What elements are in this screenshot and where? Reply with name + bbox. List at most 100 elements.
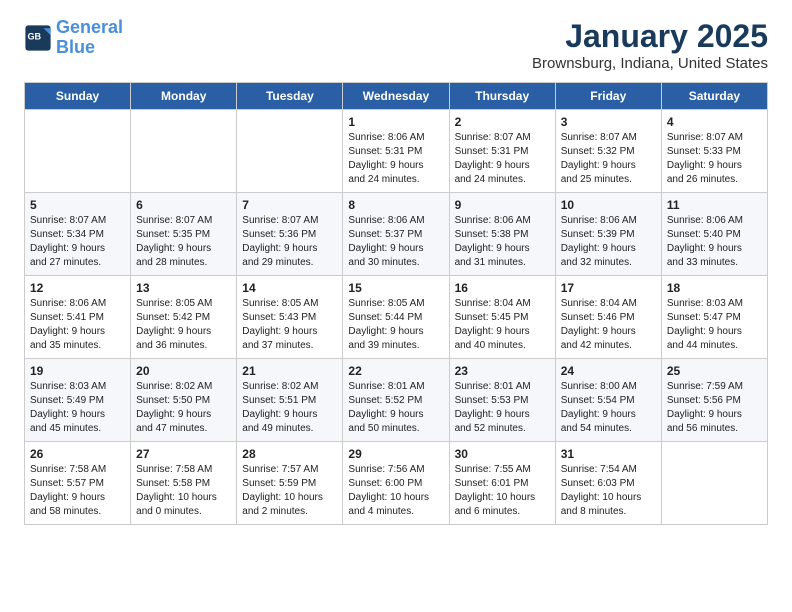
- calendar-cell: 24Sunrise: 8:00 AMSunset: 5:54 PMDayligh…: [555, 359, 661, 442]
- cell-text-line: Sunrise: 8:01 AM: [455, 380, 550, 394]
- cell-text-line: Sunrise: 8:06 AM: [30, 297, 125, 311]
- cell-text-line: and 44 minutes.: [667, 339, 762, 353]
- cell-text-line: and 45 minutes.: [30, 422, 125, 436]
- cell-text-line: and 30 minutes.: [348, 256, 443, 270]
- calendar-cell: [25, 110, 131, 193]
- day-number: 27: [136, 447, 231, 461]
- week-row-2: 5Sunrise: 8:07 AMSunset: 5:34 PMDaylight…: [25, 193, 768, 276]
- calendar-cell: 27 Sunrise: 7:58 AMSunset: 5:58 PMDayligh…: [131, 442, 237, 525]
- cell-text-line: Daylight: 9 hours: [30, 325, 125, 339]
- cell-text-line: Sunset: 5:49 PM: [30, 394, 125, 408]
- title-area: January 2025 Brownsburg, Indiana, United…: [532, 18, 768, 72]
- weekday-header-sunday: Sunday: [25, 83, 131, 110]
- cell-text-line: Sunset: 6:01 PM: [455, 477, 550, 491]
- calendar-cell: 11 Sunrise: 8:06 AMSunset: 5:40 PMDayligh…: [661, 193, 767, 276]
- cell-text-line: Sunrise: 8:07 AM: [242, 214, 337, 228]
- calendar-cell: 30Sunrise: 7:55 AMSunset: 6:01 PMDayligh…: [449, 442, 555, 525]
- day-number: 23: [455, 364, 550, 378]
- cell-text-line: and 40 minutes.: [455, 339, 550, 353]
- cell-text-line: and 37 minutes.: [242, 339, 337, 353]
- cell-text-line: and 0 minutes.: [136, 505, 231, 519]
- cell-text-line: Daylight: 9 hours: [348, 325, 443, 339]
- cell-text-line: Daylight: 9 hours: [348, 242, 443, 256]
- cell-text-line: Sunrise: 8:03 AM: [30, 380, 125, 394]
- calendar-cell: 15Sunrise: 8:05 AMSunset: 5:44 PMDayligh…: [343, 276, 449, 359]
- cell-text-line: Sunset: 5:58 PM: [136, 477, 231, 491]
- weekday-header-tuesday: Tuesday: [237, 83, 343, 110]
- day-number: 5: [30, 198, 125, 212]
- cell-text-line: Sunset: 5:59 PM: [242, 477, 337, 491]
- cell-text-line: Sunset: 5:46 PM: [561, 311, 656, 325]
- cell-text-line: Sunrise: 8:07 AM: [667, 131, 762, 145]
- day-number: 12: [30, 281, 125, 295]
- cell-text-line: Sunrise: 8:06 AM: [348, 131, 443, 145]
- cell-text-line: Sunset: 5:38 PM: [455, 228, 550, 242]
- cell-text-line: Daylight: 9 hours: [242, 325, 337, 339]
- day-number: 10: [561, 198, 656, 212]
- cell-text-line: Daylight: 9 hours: [455, 408, 550, 422]
- cell-text-line: Daylight: 9 hours: [30, 491, 125, 505]
- day-number: 2: [455, 115, 550, 129]
- cell-text-line: and 31 minutes.: [455, 256, 550, 270]
- cell-text-line: Daylight: 10 hours: [136, 491, 231, 505]
- day-number: 14: [242, 281, 337, 295]
- cell-text-line: Sunrise: 7:58 AM: [30, 463, 125, 477]
- subtitle: Brownsburg, Indiana, United States: [532, 55, 768, 72]
- cell-text-line: Daylight: 9 hours: [136, 408, 231, 422]
- cell-text-line: Sunset: 5:35 PM: [136, 228, 231, 242]
- cell-text-line: Daylight: 9 hours: [348, 408, 443, 422]
- cell-text-line: Sunrise: 7:58 AM: [136, 463, 231, 477]
- cell-text-line: Daylight: 9 hours: [242, 408, 337, 422]
- day-number: 8: [348, 198, 443, 212]
- day-number: 16: [455, 281, 550, 295]
- logo-line1: General: [56, 17, 123, 37]
- cell-text-line: Sunrise: 8:07 AM: [30, 214, 125, 228]
- cell-text-line: Sunset: 5:50 PM: [136, 394, 231, 408]
- weekday-header-friday: Friday: [555, 83, 661, 110]
- cell-text-line: Daylight: 9 hours: [455, 325, 550, 339]
- calendar-cell: [131, 110, 237, 193]
- calendar-cell: 14Sunrise: 8:05 AMSunset: 5:43 PMDayligh…: [237, 276, 343, 359]
- cell-text-line: Sunrise: 8:07 AM: [136, 214, 231, 228]
- day-number: 24: [561, 364, 656, 378]
- weekday-header-wednesday: Wednesday: [343, 83, 449, 110]
- cell-text-line: and 42 minutes.: [561, 339, 656, 353]
- calendar-cell: 12Sunrise: 8:06 AMSunset: 5:41 PMDayligh…: [25, 276, 131, 359]
- calendar-cell: 31Sunrise: 7:54 AMSunset: 6:03 PMDayligh…: [555, 442, 661, 525]
- cell-text-line: Sunset: 5:47 PM: [667, 311, 762, 325]
- calendar-cell: [237, 110, 343, 193]
- calendar-cell: 29Sunrise: 7:56 AMSunset: 6:00 PMDayligh…: [343, 442, 449, 525]
- cell-text-line: Daylight: 9 hours: [667, 325, 762, 339]
- cell-text-line: and 24 minutes.: [455, 173, 550, 187]
- calendar-cell: 4Sunrise: 8:07 AMSunset: 5:33 PMDaylight…: [661, 110, 767, 193]
- calendar-cell: 10Sunrise: 8:06 AMSunset: 5:39 PMDayligh…: [555, 193, 661, 276]
- calendar-cell: 1Sunrise: 8:06 AMSunset: 5:31 PMDaylight…: [343, 110, 449, 193]
- cell-text-line: Daylight: 9 hours: [561, 325, 656, 339]
- calendar-cell: 6Sunrise: 8:07 AMSunset: 5:35 PMDaylight…: [131, 193, 237, 276]
- calendar-cell: [661, 442, 767, 525]
- day-number: 4: [667, 115, 762, 129]
- cell-text-line: Sunset: 5:40 PM: [667, 228, 762, 242]
- cell-text-line: Daylight: 10 hours: [561, 491, 656, 505]
- cell-text-line: Sunrise: 8:07 AM: [561, 131, 656, 145]
- cell-text-line: Daylight: 9 hours: [667, 242, 762, 256]
- cell-text-line: Sunset: 5:57 PM: [30, 477, 125, 491]
- weekday-header-monday: Monday: [131, 83, 237, 110]
- week-row-5: 26Sunrise: 7:58 AMSunset: 5:57 PMDayligh…: [25, 442, 768, 525]
- cell-text-line: and 25 minutes.: [561, 173, 656, 187]
- cell-text-line: Sunset: 5:31 PM: [348, 145, 443, 159]
- cell-text-line: Sunrise: 8:05 AM: [242, 297, 337, 311]
- cell-text-line: Daylight: 9 hours: [561, 242, 656, 256]
- cell-text-line: Sunset: 6:03 PM: [561, 477, 656, 491]
- calendar-cell: 7Sunrise: 8:07 AMSunset: 5:36 PMDaylight…: [237, 193, 343, 276]
- cell-text-line: Sunset: 5:36 PM: [242, 228, 337, 242]
- calendar-cell: 9Sunrise: 8:06 AMSunset: 5:38 PMDaylight…: [449, 193, 555, 276]
- cell-text-line: Sunrise: 8:06 AM: [561, 214, 656, 228]
- cell-text-line: and 26 minutes.: [667, 173, 762, 187]
- day-number: 11: [667, 198, 762, 212]
- cell-text-line: Sunrise: 8:06 AM: [455, 214, 550, 228]
- cell-text-line: Sunset: 5:31 PM: [455, 145, 550, 159]
- cell-text-line: Sunrise: 8:00 AM: [561, 380, 656, 394]
- day-number: 13: [136, 281, 231, 295]
- cell-text-line: Sunrise: 8:06 AM: [667, 214, 762, 228]
